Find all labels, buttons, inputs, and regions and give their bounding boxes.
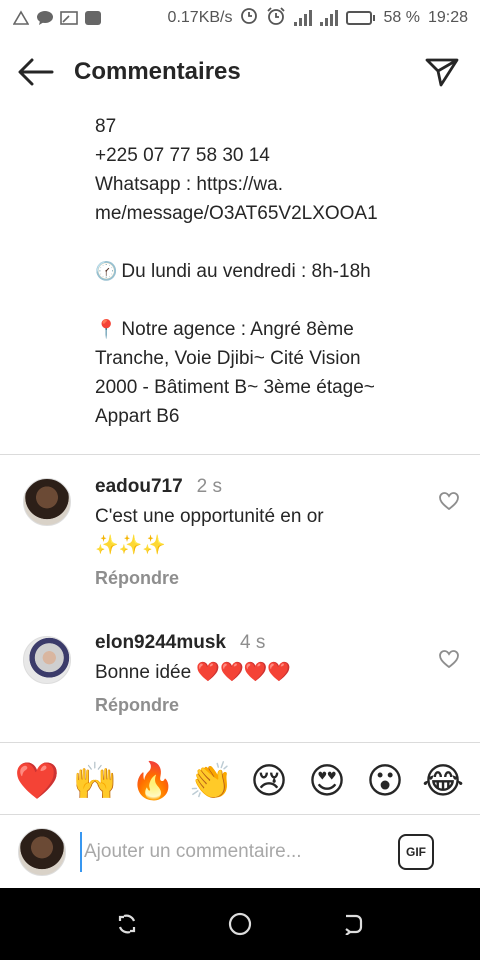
current-user-avatar [18,828,66,876]
caption-line: 2000 - Bâtiment B~ 3ème étage~ [95,377,375,398]
recent-apps-icon [118,914,135,934]
emoji-heart-eyes-button[interactable]: 😍 [302,763,352,799]
warning-icon [12,9,30,27]
comment-username[interactable]: eadou717 [95,476,183,497]
caption-address-text: Notre agence : Angré 8ème [121,319,354,340]
comment-input[interactable] [80,832,350,872]
post-caption: 87 +225 07 77 58 30 14 Whatsapp : https:… [95,112,465,431]
signal-4g-icon [320,10,339,26]
network-speed: 0.17KB/s [167,9,233,26]
reply-button[interactable]: Répondre [95,695,415,716]
status-notifications [12,9,102,27]
avatar[interactable] [23,478,71,526]
chat-icon [36,9,54,27]
status-bar: 0.17KB/s 58 % 19:28 [0,0,480,36]
comment-body: elon9244musk 4 s Bonne idée ❤️❤️❤️❤️ Répo… [95,632,415,716]
comment-text: Bonne idée ❤️❤️❤️❤️ [95,662,292,683]
caption-link[interactable]: Whatsapp : https://wa. [95,170,465,199]
caption-line: Tranche, Voie Djibi~ Cité Vision [95,348,361,369]
heart-icon [439,492,459,510]
system-nav-bar [0,888,480,960]
alarm-icon [266,6,286,31]
like-button[interactable] [438,490,460,512]
page-title: Commentaires [74,58,241,85]
comment-time: 2 s [196,476,223,497]
divider [0,814,480,815]
gif-button[interactable]: GIF [398,834,434,870]
caption-line: 87 [95,116,117,137]
emoji-raised-hands-button[interactable]: 🙌 [70,763,120,799]
status-system: 0.17KB/s 58 % 19:28 [168,6,468,31]
signal-icon [294,10,313,26]
comment-composer: GIF [0,816,480,888]
clock-time: 19:28 [427,9,468,26]
caption-gap [95,286,465,315]
comment-username[interactable]: elon9244musk [95,632,226,653]
caption-link-cont[interactable]: me/message/O3AT65V2LXOOA1 [95,199,465,228]
back-nav-button[interactable] [338,909,368,939]
app-icon [84,9,102,27]
emoji-surprised-button[interactable]: 😮 [360,763,410,799]
caption-line: Appart B6 [95,406,180,427]
emoji-laughing-button[interactable]: 😂 [418,763,468,799]
paper-plane-icon [425,58,459,87]
back-nav-icon [345,914,363,935]
emoji-crying-button[interactable]: 😢 [244,763,294,799]
back-button[interactable] [16,52,56,92]
heart-icon [439,650,459,668]
comment-text-emoji: ✨✨✨ [95,535,166,556]
clock-emoji-icon: 🕜 [95,261,118,281]
screen-cast-icon [60,9,78,27]
comment-body: eadou717 2 s C'est une opportunité en or … [95,476,415,589]
like-button[interactable] [438,648,460,670]
comment-text: C'est une opportunité en or [95,506,324,527]
caption-address: 📍 Notre agence : Angré 8ème [95,315,465,344]
reply-button[interactable]: Répondre [95,568,415,589]
caption-phone[interactable]: +225 07 77 58 30 14 [95,141,465,170]
pin-emoji-icon: 📍 [95,319,118,339]
comment-time: 4 s [239,632,266,653]
emoji-bar: ❤️ 🙌 🔥 👏 😢 😍 😮 😂 [0,756,480,806]
data-saver-icon [240,7,258,30]
emoji-clap-button[interactable]: 👏 [186,763,236,799]
divider [0,742,480,743]
emoji-fire-button[interactable]: 🔥 [128,763,178,799]
header: Commentaires [0,44,480,100]
battery-percent: 58 % [383,9,420,26]
divider [0,454,480,455]
home-button[interactable] [225,909,255,939]
recent-apps-button[interactable] [112,909,142,939]
caption-gap [95,228,465,257]
share-button[interactable] [422,52,462,92]
caption-hours-text: Du lundi au vendredi : 8h-18h [121,261,371,282]
arrow-left-icon [18,58,54,86]
avatar[interactable] [23,636,71,684]
emoji-heart-button[interactable]: ❤️ [12,763,62,799]
caption-hours: 🕜 Du lundi au vendredi : 8h-18h [95,257,465,286]
home-circle-icon [228,912,252,936]
battery-icon [346,11,376,25]
